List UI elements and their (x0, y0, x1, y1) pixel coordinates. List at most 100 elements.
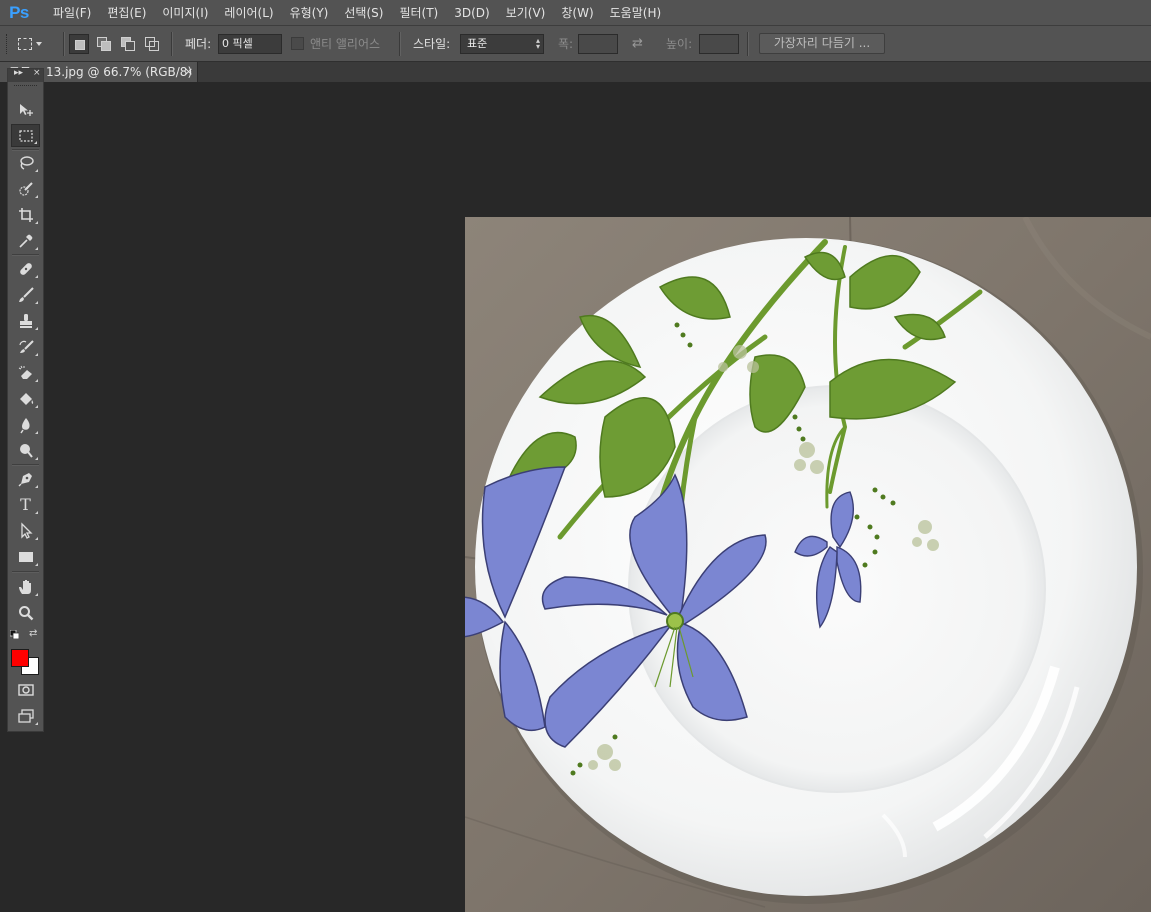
eraser-tool[interactable] (11, 361, 40, 384)
tools-panel-grip[interactable] (14, 85, 37, 92)
hand-tool[interactable] (11, 575, 40, 598)
tool-flyout-indicator (35, 221, 38, 224)
anti-alias-label: 앤티 앨리어스 (310, 37, 381, 51)
tool-flyout-indicator (35, 405, 38, 408)
screen-mode-button[interactable] (11, 704, 40, 727)
menu-filter[interactable]: 필터(T) (391, 0, 446, 26)
move-icon (19, 103, 33, 116)
zoom-tool[interactable] (11, 601, 40, 624)
quick-mask-button[interactable] (11, 678, 40, 701)
rectangular-marquee-tool[interactable] (11, 124, 40, 147)
tool-flyout-indicator (35, 275, 38, 278)
brush-tool[interactable] (11, 283, 40, 306)
history-brush-icon (18, 339, 34, 353)
height-input[interactable] (699, 34, 739, 54)
tool-flyout-indicator (34, 141, 37, 144)
menu-bar: Ps 파일(F) 편집(E) 이미지(I) 레이어(L) 유형(Y) 선택(S)… (0, 0, 1151, 26)
crop-tool[interactable] (11, 203, 40, 226)
divider (12, 254, 39, 256)
hand-icon (18, 579, 31, 594)
brush-icon (18, 286, 34, 302)
quick-selection-tool[interactable] (11, 177, 40, 200)
new-selection-icon (75, 40, 85, 50)
menu-edit[interactable]: 편집(E) (99, 0, 154, 26)
eraser-icon (18, 365, 32, 379)
add-to-selection-button[interactable] (94, 34, 114, 54)
pen-tool[interactable] (11, 467, 40, 490)
path-selection-tool[interactable] (11, 519, 40, 542)
divider (399, 32, 401, 56)
tool-preset-picker[interactable] (18, 34, 58, 54)
new-selection-button[interactable] (69, 34, 89, 54)
foreground-color-swatch[interactable] (11, 649, 29, 667)
tool-flyout-indicator (35, 195, 38, 198)
path-selection-icon (20, 521, 33, 539)
type-tool[interactable]: T (11, 493, 40, 516)
height-label: 높이: (666, 37, 693, 51)
screen-mode-icon (17, 708, 34, 723)
tool-flyout-indicator (35, 511, 38, 514)
add-selection-icon-b (101, 41, 111, 51)
menu-3d[interactable]: 3D(D) (446, 0, 497, 26)
menu-type[interactable]: 유형(Y) (282, 0, 337, 26)
stamp-icon (19, 313, 32, 328)
tool-flyout-indicator (35, 457, 38, 460)
default-colors-icon[interactable] (10, 630, 19, 639)
document-canvas[interactable] (465, 217, 1151, 912)
dodge-tool[interactable] (11, 439, 40, 462)
feather-label: 페더: (185, 37, 212, 51)
tool-flyout-indicator (35, 169, 38, 172)
collapse-panel-icon[interactable]: ▸▸ (14, 68, 23, 78)
tool-flyout-indicator (35, 301, 38, 304)
options-bar-grip[interactable] (6, 34, 9, 54)
style-select[interactable]: 표준 ▴ ▾ (460, 34, 544, 54)
menu-select[interactable]: 선택(S) (336, 0, 391, 26)
quick-mask-icon (17, 683, 34, 696)
intersect-selection-icon-b (149, 41, 159, 51)
crop-icon (18, 207, 33, 222)
menu-file[interactable]: 파일(F) (45, 0, 99, 26)
document-tab-bar: 그도 13.jpg @ 66.7% (RGB/8) × (0, 62, 1151, 82)
dodge-icon (19, 443, 33, 458)
intersect-selection-button[interactable] (142, 34, 162, 54)
move-tool[interactable] (11, 98, 40, 121)
menu-layer[interactable]: 레이어(L) (216, 0, 281, 26)
subtract-selection-icon-b (125, 41, 135, 51)
menu-view[interactable]: 보기(V) (498, 0, 554, 26)
swap-width-height-icon[interactable]: ⇄ (632, 36, 643, 51)
healing-brush-tool[interactable] (11, 257, 40, 280)
divider (12, 571, 39, 573)
type-icon: T (20, 495, 31, 514)
refine-edge-button[interactable]: 가장자리 다듬기 ... (759, 33, 885, 54)
rectangle-tool[interactable] (11, 545, 40, 568)
blur-icon (19, 417, 30, 433)
tool-flyout-indicator (35, 722, 38, 725)
close-panel-icon[interactable]: × (33, 68, 41, 78)
paint-bucket-tool[interactable] (11, 387, 40, 410)
blur-tool[interactable] (11, 413, 40, 436)
swap-colors-icon[interactable]: ⇄ (29, 628, 37, 639)
menu-help[interactable]: 도움말(H) (602, 0, 670, 26)
tool-flyout-indicator (35, 537, 38, 540)
tool-flyout-indicator (35, 327, 38, 330)
tools-panel-header[interactable]: ▸▸ × (8, 68, 43, 82)
subtract-from-selection-button[interactable] (118, 34, 138, 54)
eyedropper-tool[interactable] (11, 229, 40, 252)
eyedropper-icon (18, 234, 32, 248)
divider (747, 32, 749, 56)
zoom-icon (18, 605, 33, 620)
quick-selection-icon (18, 181, 33, 196)
document-tab-title: 13.jpg @ 66.7% (RGB/8) (46, 65, 193, 79)
menu-window[interactable]: 창(W) (553, 0, 601, 26)
close-icon[interactable]: × (184, 62, 193, 81)
tool-flyout-indicator (35, 593, 38, 596)
bucket-icon (19, 392, 33, 405)
feather-input[interactable]: 0 픽셀 (218, 34, 282, 54)
history-brush-tool[interactable] (11, 335, 40, 358)
lasso-tool[interactable] (11, 151, 40, 174)
clone-stamp-tool[interactable] (11, 309, 40, 332)
width-input[interactable] (578, 34, 618, 54)
style-label: 스타일: (413, 37, 451, 51)
anti-alias-checkbox[interactable] (291, 37, 304, 50)
menu-image[interactable]: 이미지(I) (154, 0, 216, 26)
